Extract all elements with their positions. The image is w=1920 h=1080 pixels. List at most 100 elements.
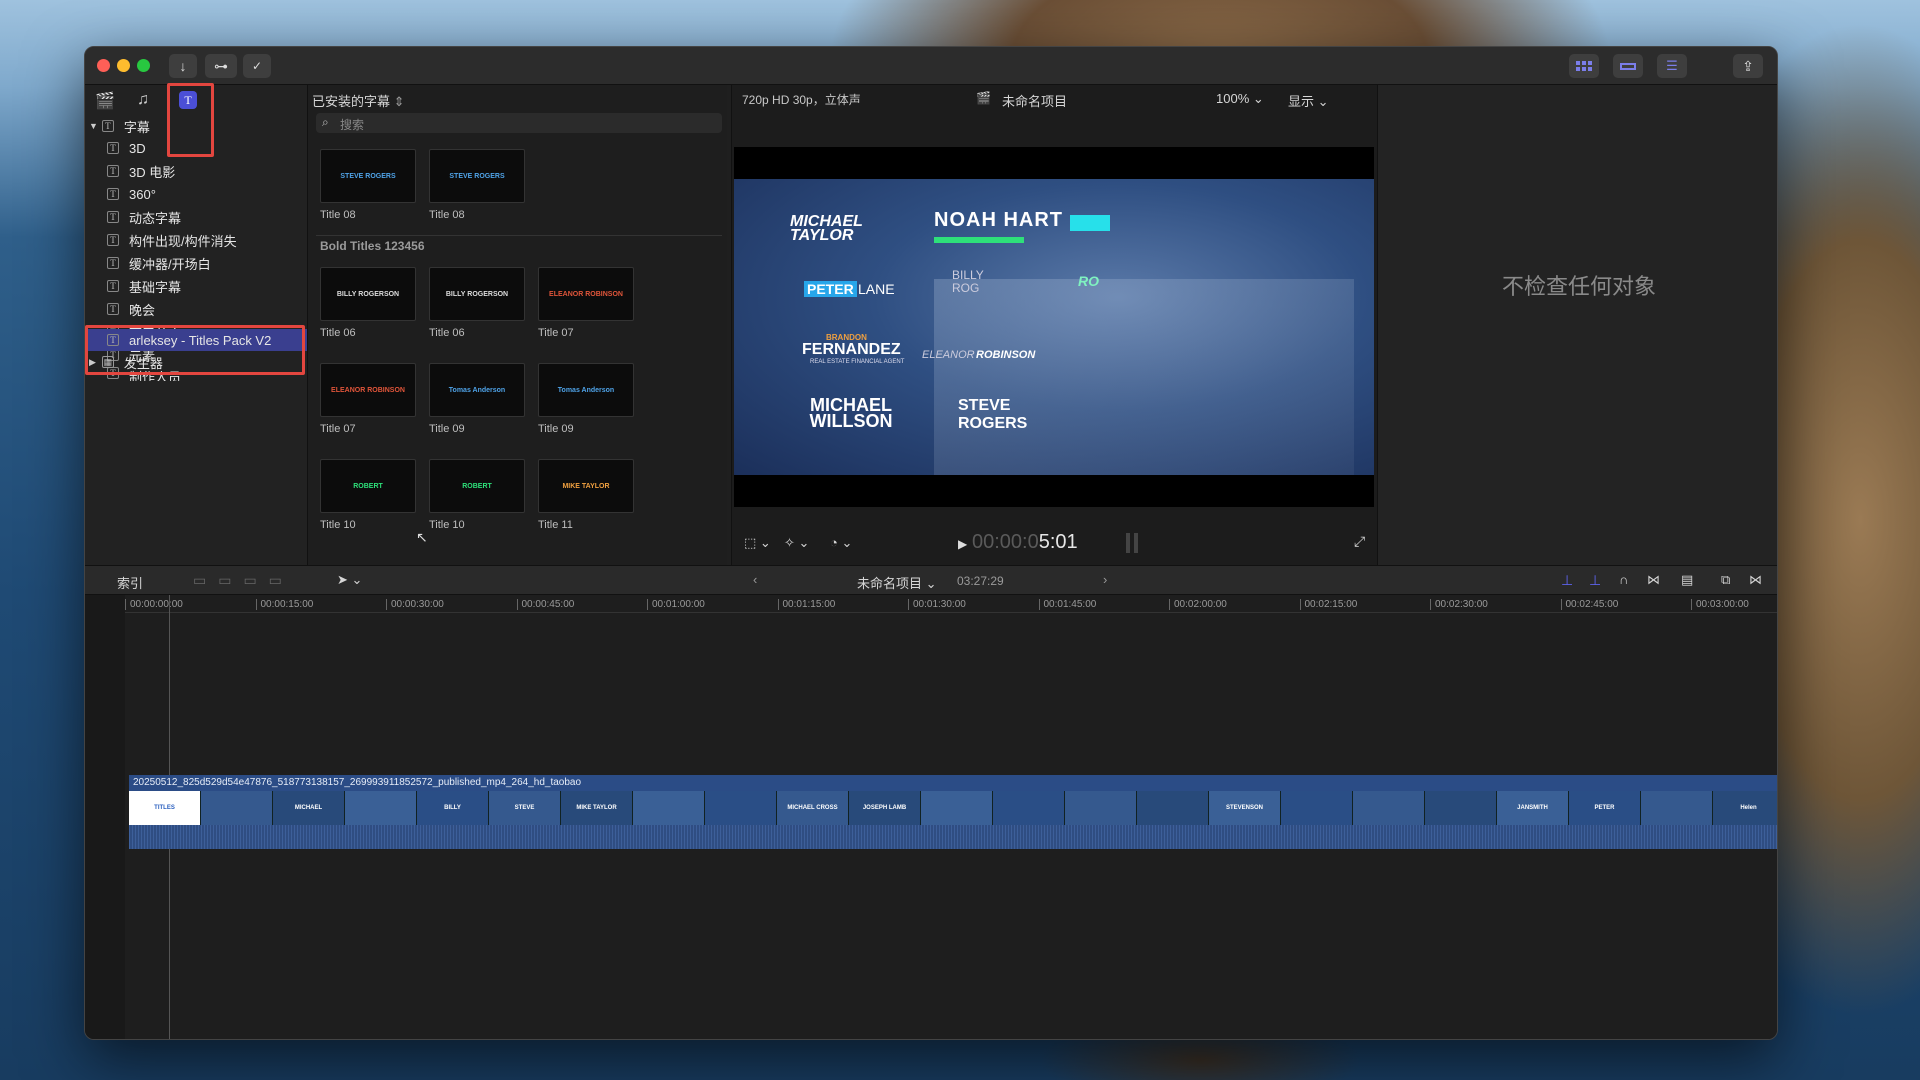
transform-icon[interactable]: ⬚ ⌄	[744, 535, 771, 551]
effects-browser-icon[interactable]: ⧉	[1721, 572, 1730, 588]
preview-title-ro: RO	[1078, 273, 1099, 289]
timeline[interactable]: 00:00:00:00 00:00:15:00 00:00:30:00 00:00:4…	[85, 595, 1777, 1039]
clip-frame	[345, 791, 417, 825]
play-button[interactable]: ▶	[958, 537, 967, 551]
sidebar-item-label: 晚会	[129, 302, 156, 318]
title-thumbnail[interactable]: STEVE ROGERS	[320, 149, 416, 203]
browser-layout-icon[interactable]	[1569, 54, 1599, 78]
skimming-icon[interactable]: ⊥	[1561, 572, 1573, 589]
titles-browser: 已安装的字幕 ⇕ ⌕ 搜索 STEVE ROGERS Title 08 STEVE …	[307, 85, 727, 565]
import-download-icon[interactable]: ↓	[169, 54, 197, 78]
project-clapper-icon: 🎬	[976, 91, 991, 105]
sidebar-item[interactable]: T 缓冲器/开场白	[85, 252, 307, 274]
sidebar-item-label: 动态字幕	[129, 210, 182, 226]
sidebar-item-label: 360°	[129, 186, 156, 202]
clip-frame: MIKE TAYLOR	[561, 791, 633, 825]
sidebar-item[interactable]: T 基础字幕	[85, 275, 307, 297]
title-thumbnail[interactable]: STEVE ROGERS	[429, 149, 525, 203]
index-button[interactable]: 索引	[117, 573, 143, 592]
clip-frame	[1641, 791, 1713, 825]
timeline-ruler[interactable]: 00:00:00:00 00:00:15:00 00:00:30:00 00:00:4…	[125, 595, 1777, 613]
libraries-sidebar: 🎬 ♫ T ▼ T 字幕 T 3D T 3D 电影 T 360° T 动态字幕 T 构件出现/构件…	[85, 83, 307, 565]
sidebar-root-titles[interactable]: ▼ T 字幕	[85, 115, 307, 137]
title-thumbnail[interactable]: Tomas Anderson	[538, 363, 634, 417]
timeline-clip[interactable]: 20250512_825d529d54e47876_518773138157_2…	[129, 775, 1777, 857]
zoom-window-button[interactable]	[137, 59, 150, 72]
audio-skimming-icon[interactable]: ⊥	[1589, 572, 1601, 589]
ruler-tick: 00:00:15:00	[255, 599, 313, 610]
thumbnail-text: Tomas Anderson	[557, 386, 615, 394]
background-tasks-check-icon[interactable]: ✓	[243, 54, 271, 78]
title-thumbnail[interactable]: ROBERT	[320, 459, 416, 513]
thumbnail-text: ELEANOR ROBINSON	[549, 290, 623, 298]
preview-frame: MICHAEL TAYLOR NOAH HART PETER LANE BILL…	[734, 179, 1374, 475]
minimize-window-button[interactable]	[117, 59, 130, 72]
title-thumbnail[interactable]: ROBERT	[429, 459, 525, 513]
inspector-sliders-icon[interactable]: ☰	[1657, 54, 1687, 78]
audio-photos-icon[interactable]: ♫	[137, 91, 149, 109]
thumbnail-label: Title 08	[320, 209, 356, 221]
keywords-key-icon[interactable]: ⊶	[205, 54, 237, 78]
thumbnail-text: BILLY ROGERSON	[445, 290, 509, 298]
preview-title-michael-willson: MICHAEL WILLSON	[809, 395, 893, 431]
retime-speed-icon[interactable]: ◔ ⌄	[830, 535, 852, 551]
inspector: 不检查任何对象	[1377, 85, 1777, 565]
sidebar-item[interactable]: T 晚会	[85, 298, 307, 320]
clip-frame: STEVENSON	[1209, 791, 1281, 825]
clip-frame	[201, 791, 273, 825]
title-thumbnail[interactable]: ELEANOR ROBINSON	[538, 267, 634, 321]
title-t-icon: T	[101, 120, 114, 132]
viewer-format: 720p HD 30p，立体声	[742, 93, 861, 107]
sidebar-item[interactable]: T 3D	[85, 137, 307, 159]
title-bar: ↓ ⊶ ✓ ☰ ⇪	[85, 47, 1777, 85]
search-field[interactable]: ⌕ 搜索	[316, 113, 722, 133]
timecode-display[interactable]: 00:00:05:01	[972, 531, 1078, 554]
transitions-browser-icon[interactable]: ⋈	[1749, 572, 1762, 588]
media-clapper-icon[interactable]: 🎬	[95, 91, 115, 111]
solo-headphones-icon[interactable]: ∩	[1619, 572, 1628, 587]
history-back-icon[interactable]: ‹	[753, 572, 757, 587]
sidebar-item[interactable]: T 动态字幕	[85, 206, 307, 228]
title-thumbnail[interactable]: MIKE TAYLOR	[538, 459, 634, 513]
clip-frame: PETER	[1569, 791, 1641, 825]
ruler-tick: 00:01:00:00	[647, 599, 705, 610]
ruler-tick: 00:00:00:00	[125, 599, 183, 610]
close-window-button[interactable]	[97, 59, 110, 72]
thumbnail-label: Title 10	[320, 519, 356, 531]
ruler-tick: 00:01:30:00	[908, 599, 966, 610]
browser-header[interactable]: 已安装的字幕 ⇕	[312, 91, 405, 110]
thumbnail-text: STEVE ROGERS	[340, 172, 396, 180]
title-t-icon: T	[107, 280, 119, 292]
fullscreen-icon[interactable]: ⤢	[1354, 533, 1365, 550]
title-thumbnail[interactable]: BILLY ROGERSON	[320, 267, 416, 321]
title-thumbnail[interactable]: BILLY ROGERSON	[429, 267, 525, 321]
clip-frame	[705, 791, 777, 825]
thumbnail-label: Title 07	[538, 327, 574, 339]
clip-appearance-icon[interactable]: ▤	[1681, 572, 1693, 588]
timeline-duration: 03:27:29	[957, 574, 1004, 588]
preview-title-michael-taylor: MICHAEL TAYLOR	[790, 213, 863, 244]
display-dropdown[interactable]: 显示 ⌄	[1288, 91, 1329, 110]
snapping-icon[interactable]: ⋈	[1647, 572, 1660, 588]
sidebar-item[interactable]: T 构件出现/构件消失	[85, 229, 307, 251]
timeline-project-dropdown[interactable]: 未命名项目 ⌄	[857, 573, 937, 592]
disclosure-open-icon[interactable]: ▼	[89, 121, 98, 131]
search-icon: ⌕	[322, 115, 329, 129]
share-icon[interactable]: ⇪	[1733, 54, 1763, 78]
thumbnail-text: ELEANOR ROBINSON	[331, 386, 405, 394]
sidebar-item-label: 3D 电影	[129, 164, 176, 180]
sidebar-item[interactable]: T 360°	[85, 183, 307, 205]
sidebar-item[interactable]: T 3D 电影	[85, 160, 307, 182]
history-forward-icon[interactable]: ›	[1103, 572, 1107, 587]
zoom-dropdown[interactable]: 100% ⌄	[1216, 91, 1264, 107]
enhance-wand-icon[interactable]: ✧ ⌄	[784, 535, 809, 551]
viewer-canvas[interactable]: MICHAEL TAYLOR NOAH HART PETER LANE BILL…	[734, 147, 1374, 507]
edit-buttons-group[interactable]: ▭▭▭▭	[193, 572, 294, 589]
title-thumbnail[interactable]: ELEANOR ROBINSON	[320, 363, 416, 417]
ruler-tick: 00:02:00:00	[1169, 599, 1227, 610]
timeline-layout-icon[interactable]	[1613, 54, 1643, 78]
preview-title-robinson: ROBINSON	[976, 349, 1036, 361]
title-thumbnail[interactable]: Tomas Anderson	[429, 363, 525, 417]
arrow-tool-icon[interactable]: ➤ ⌄	[337, 572, 362, 588]
clip-frame: BILLY	[417, 791, 489, 825]
